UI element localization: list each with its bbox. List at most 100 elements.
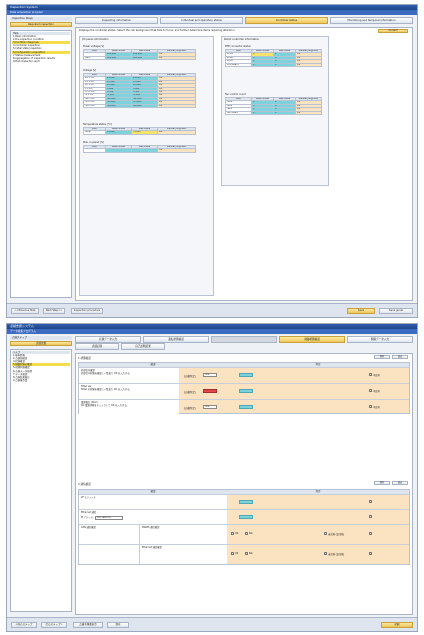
footer: <前のステップ 次のステップ> 点検手順書表示 保存 印刷 (7, 617, 417, 631)
tab-operation-status[interactable]: Individual and operation status (160, 17, 243, 24)
option-ok-checkbox[interactable] (231, 532, 234, 535)
tab-inspecting-information[interactable]: Inspecting information (75, 17, 158, 24)
voltage-table: Item Rated value Last value Manual judgment… (83, 72, 196, 109)
main-content: Displays the controller status. Select t… (75, 27, 413, 301)
option-ok-checkbox[interactable] (231, 552, 234, 555)
section-load-button[interactable]: 読込 (392, 355, 408, 359)
fail-checkbox[interactable] (369, 405, 372, 408)
row-title: CAN 通信確認 (79, 525, 139, 544)
tab-inspection-record[interactable]: 点検記録 (75, 343, 119, 350)
inspection-window-japanese: 点検支援システム データ収集プログラム 共通データ入力 運転状態確認 制御状態確… (6, 323, 418, 632)
section-title: 2.通信確認 (78, 483, 91, 486)
save-button[interactable]: 保存 (107, 622, 129, 628)
judgment-ok-button[interactable] (239, 500, 253, 504)
ip-label: IP アドレス (81, 516, 93, 519)
step-item[interactable]: 9.点検後作業 (12, 379, 70, 382)
row-title (79, 545, 139, 564)
judgment-cell[interactable]: OK (157, 148, 196, 153)
table-cell: Temp (83, 130, 106, 135)
tab-monitoring-information[interactable]: Monitoring and temporal information (330, 17, 413, 24)
judgment-cell[interactable]: OK (157, 103, 196, 109)
step-item[interactable]: 9.Post-inspection work (12, 60, 70, 63)
tab-self-diagnosis[interactable]: 自己診断結果 (121, 343, 165, 350)
row-subtitle: RS485 通信確認 (139, 525, 227, 544)
judgment-cell[interactable]: OK (157, 55, 196, 61)
judgment-ok-button[interactable] (239, 373, 253, 377)
fail-checkbox[interactable] (369, 389, 372, 392)
row-description: FPGA の状態を確認し一覧表で OK を入力する。 (81, 388, 132, 391)
checkbox[interactable] (369, 500, 372, 503)
correct-button[interactable]: Correct (378, 29, 408, 33)
tab-common-data[interactable]: 共通データ入力 (75, 336, 141, 343)
next-step-button[interactable]: Next Step>> (43, 308, 65, 314)
page-description: Displays the controller status. Select t… (79, 29, 236, 32)
judgment-ok-button[interactable] (239, 389, 253, 393)
option-na-label: 未実施 (該当無) (328, 533, 345, 536)
inspection-procedure-button[interactable]: Inspection procedure (71, 308, 103, 314)
power-voltage-table: Item Rated value Last value Manual judgment… (83, 48, 196, 61)
section-load-button[interactable]: 読込 (392, 481, 408, 485)
row-title: I/F モジュール (79, 495, 227, 509)
main-content: 1.状態確認 保存 読込 確認 判定 外部信号確認 外部信号状態を確認し一覧表で … (75, 353, 413, 615)
option-na-checkbox[interactable] (324, 552, 327, 555)
status-row: 外部信号確認 外部信号状態を確認し一覧表で OK を入力する。 【自動判定】 OFF 不… (79, 367, 409, 383)
auto-judgment-label: 【自動判定】 (183, 375, 197, 378)
previous-step-button[interactable]: <<Previous Step (11, 308, 39, 314)
status-row: 電源電圧 (DCV) DC 電源状態をチェックして OK を入力する。 【自動判定】… (79, 399, 409, 415)
column-header: Manual judgment (295, 96, 322, 102)
row-label: 外部信号確認 外部信号状態を確認し一覧表で OK を入力する。 (79, 368, 179, 383)
judgment-cell[interactable]: OK (295, 62, 322, 68)
option-ng-checkbox[interactable] (245, 552, 248, 555)
tab-related-data[interactable]: 関係データ入力 (347, 336, 413, 343)
judgment-cell[interactable]: OK (295, 110, 322, 116)
auto-judgment-label: 【自動判定】 (183, 391, 197, 394)
option-ng-label: NG (249, 552, 253, 555)
tab-blank[interactable] (211, 336, 277, 343)
option-ng-checkbox[interactable] (245, 532, 248, 535)
fail-checkbox[interactable] (369, 373, 372, 376)
checkbox[interactable] (369, 515, 372, 518)
value-field: OFF (203, 405, 217, 409)
column-header: Manual judgment (295, 48, 322, 54)
previous-step-button[interactable]: <前のステップ (11, 622, 37, 628)
section-save-button[interactable]: 保存 (374, 355, 390, 359)
tab-control-status[interactable]: 制御状態確認 (279, 336, 345, 343)
sidebar: 点検ステップ 点検支援 ヘルプ 1.基本情報 2.点検前確認 3.状態確認 4.制御状態… (10, 336, 72, 615)
status-check-section: 1.状態確認 保存 読込 (78, 355, 410, 360)
save-guide-button[interactable]: Save guide (379, 308, 413, 314)
can-row-rs485: CAN 通信確認 RS485 通信確認 OK NG 未実施 (該当無) (79, 524, 409, 544)
tab-controller-status[interactable]: Controller status (245, 17, 328, 24)
judgment-ok-button[interactable] (239, 405, 253, 409)
tab-operation-check[interactable]: 運転状態確認 (143, 336, 209, 343)
next-step-button[interactable]: 次のステップ> (41, 622, 67, 628)
procedure-display-button[interactable]: 点検手順書表示 (73, 622, 103, 628)
rtd-table: Item Rated value Last value Manual judgment… (225, 48, 322, 68)
judgment-cell[interactable]: OK (157, 130, 196, 135)
sidebar: Inspection Steps Required inspection Hel… (10, 17, 72, 301)
table-cell: RTD Board (225, 62, 252, 68)
row-label: FPGA ver FPGA の状態を確認し一覧表で OK を入力する。 (79, 384, 179, 399)
section-save-button[interactable]: 保存 (374, 481, 390, 485)
if-module-row: I/F モジュール (79, 494, 409, 509)
ethernet-row: Ethernet 通信 IP アドレス 192.168.0.10 (79, 509, 409, 524)
inspection-support-button[interactable]: 点検支援 (10, 341, 72, 346)
io-panel-title: I/O panel information (82, 38, 109, 41)
row-description: 外部信号状態を確認し一覧表で OK を入力する。 (81, 372, 132, 375)
judgment-ok-button[interactable] (239, 515, 253, 519)
table-row: OK (83, 148, 196, 153)
table-cell: Main (83, 55, 106, 61)
table-cell: -24.000 (131, 103, 158, 109)
window-subtitle: データ収集プログラム (7, 329, 417, 334)
row-title: Ethernet 通信 (81, 511, 97, 514)
option-na-checkbox[interactable] (324, 532, 327, 535)
required-inspection-button[interactable]: Required inspection (10, 22, 72, 27)
print-button[interactable]: 印刷 (381, 622, 413, 628)
fan-label: Max. in-panel [%] (83, 141, 105, 144)
ip-address-input[interactable]: 192.168.0.10 (94, 516, 123, 520)
checkbox[interactable] (369, 532, 372, 535)
fan-count-label: Fan control count (225, 93, 246, 96)
table-cell (105, 148, 132, 153)
checkbox[interactable] (369, 552, 372, 555)
save-button[interactable]: Save (347, 308, 375, 314)
value-field: OFF (203, 373, 217, 377)
